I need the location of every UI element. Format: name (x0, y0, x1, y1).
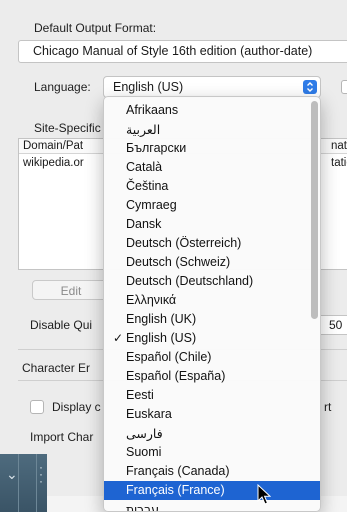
character-encoding-label: Character Er (22, 361, 91, 375)
menu-item[interactable]: Français (France) (104, 481, 320, 500)
menu-item[interactable]: Suomi (104, 443, 320, 462)
menu-item-label: Français (France) (126, 483, 225, 497)
output-format-select[interactable]: Chicago Manual of Style 16th edition (au… (18, 40, 347, 63)
menu-item-label: العربية (126, 122, 161, 137)
site-specific-label: Site-Specific (34, 121, 101, 135)
import-charset-label: Import Char (30, 430, 94, 444)
language-menu[interactable]: Afrikaans العربية Български Català Čeština Cy… (103, 96, 321, 512)
menu-item-label: Deutsch (Deutschland) (126, 274, 254, 288)
col-format-header[interactable]: nat (331, 140, 347, 152)
menu-item[interactable]: Català (104, 158, 320, 177)
menu-item[interactable]: العربية (104, 120, 320, 139)
menu-item[interactable]: ✓ English (US) (104, 329, 320, 348)
menu-item[interactable]: Dansk (104, 215, 320, 234)
menu-item[interactable]: Deutsch (Österreich) (104, 234, 320, 253)
menu-item-label: Suomi (126, 445, 162, 459)
menu-item[interactable]: Afrikaans (104, 101, 320, 120)
menu-item[interactable]: עברית (104, 500, 320, 512)
menu-item[interactable]: Deutsch (Deutschland) (104, 272, 320, 291)
disable-quick-label: Disable Qui (30, 318, 93, 332)
up-down-chevron-icon[interactable] (303, 80, 317, 94)
menu-item[interactable]: Български (104, 139, 320, 158)
menu-item-label: Euskara (126, 407, 172, 421)
menu-item-label: فارسی (126, 426, 163, 441)
menu-item[interactable]: Français (Canada) (104, 462, 320, 481)
edit-button[interactable]: Edit (32, 280, 110, 300)
menu-scrollbar[interactable] (311, 101, 318, 319)
menu-item-label: Español (España) (126, 369, 226, 383)
language-label: Language: (34, 80, 91, 94)
language-select[interactable]: English (US) (103, 76, 321, 98)
language-select-value: English (US) (113, 80, 184, 94)
mouse-pointer-icon (257, 484, 271, 505)
menu-item-label: Afrikaans (126, 103, 179, 117)
menu-item[interactable]: Deutsch (Schweiz) (104, 253, 320, 272)
display-suffix-label: rt (324, 400, 332, 414)
menu-item[interactable]: Eesti (104, 386, 320, 405)
menu-item-label: עברית (126, 502, 160, 512)
right-checkbox[interactable] (341, 80, 347, 94)
chevron-down-icon[interactable]: ⌄ (6, 466, 18, 483)
menu-item[interactable]: Español (España) (104, 367, 320, 386)
menu-item-label: Čeština (126, 179, 169, 193)
col-domain-header[interactable]: Domain/Pat (23, 140, 83, 152)
menu-item-label: Ελληνικά (126, 293, 177, 307)
menu-item[interactable]: Čeština (104, 177, 320, 196)
menu-item-label: Français (Canada) (126, 464, 230, 478)
menu-item[interactable]: Cymraeg (104, 196, 320, 215)
menu-item-label: Български (126, 141, 187, 155)
menu-item[interactable]: Español (Chile) (104, 348, 320, 367)
display-checkbox[interactable] (30, 400, 44, 414)
menu-item-label: Deutsch (Österreich) (126, 236, 242, 250)
menu-item[interactable]: Euskara (104, 405, 320, 424)
menu-item[interactable]: English (UK) (104, 310, 320, 329)
menu-item-label: Català (126, 160, 163, 174)
menu-item-label: English (US) (126, 331, 197, 345)
menu-item-label: Deutsch (Schweiz) (126, 255, 231, 269)
display-checkbox-label: Display c (52, 400, 101, 414)
menu-item-label: English (UK) (126, 312, 197, 326)
menu-item[interactable]: Ελληνικά (104, 291, 320, 310)
quick-value-field[interactable]: 50 (320, 315, 347, 335)
default-output-format-label: Default Output Format: (34, 21, 157, 35)
menu-item-label: Eesti (126, 388, 154, 402)
table-row-format[interactable]: tation (331, 157, 347, 169)
more-dots-icon[interactable]: · · · (39, 461, 43, 487)
menu-item[interactable]: فارسی (104, 424, 320, 443)
language-menu-list: Afrikaans العربية Български Català Čeština Cy… (104, 101, 320, 512)
menu-item-label: Cymraeg (126, 198, 177, 212)
table-row-domain[interactable]: wikipedia.or (23, 157, 84, 169)
taskbar: ⌄ · · · (0, 454, 47, 512)
checkmark-icon: ✓ (113, 331, 124, 345)
menu-item-label: Español (Chile) (126, 350, 212, 364)
menu-item-label: Dansk (126, 217, 162, 231)
